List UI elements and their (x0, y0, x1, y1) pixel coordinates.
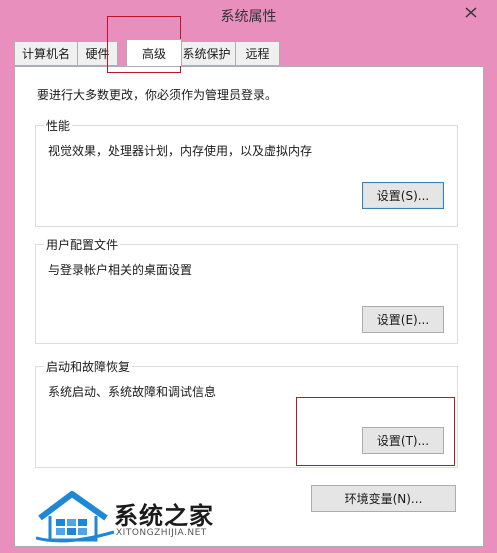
performance-group-title: 性能 (44, 117, 73, 134)
performance-settings-button[interactable]: 设置(S)... (362, 182, 444, 209)
tab-remote[interactable]: 远程 (235, 41, 280, 65)
admin-note: 要进行大多数更改，你必须作为管理员登录。 (37, 88, 278, 102)
system-properties-window: 系统属性 计算机名 硬件 高级 系统保护 远程 要进行大多数更改，你必须作为管理… (0, 0, 497, 553)
user-profiles-settings-label: 设置(E)... (376, 312, 430, 327)
environment-variables-label: 环境变量(N)... (344, 491, 423, 506)
window-title: 系统属性 (220, 9, 277, 25)
performance-description: 视觉效果，处理器计划，内存使用，以及虚拟内存 (48, 144, 313, 158)
tab-system-protection[interactable]: 系统保护 (177, 41, 236, 65)
user-profiles-group-title: 用户配置文件 (44, 236, 121, 253)
house-logo-icon (36, 491, 115, 543)
watermark-text: 系统之家 (114, 501, 214, 530)
startup-recovery-description: 系统启动、系统故障和调试信息 (48, 385, 217, 399)
highlight-box-startup-settings (296, 397, 455, 466)
advanced-tab-panel: 要进行大多数更改，你必须作为管理员登录。 性能 视觉效果，处理器计划，内存使用，… (14, 66, 484, 547)
performance-group: 性能 视觉效果，处理器计划，内存使用，以及虚拟内存 设置(S)... (35, 117, 458, 227)
watermark-url: XITONGZHIJIA.NET (116, 528, 207, 538)
close-icon (465, 6, 477, 18)
user-profiles-group: 用户配置文件 与登录帐户相关的桌面设置 设置(E)... (35, 236, 458, 344)
user-profiles-settings-button[interactable]: 设置(E)... (362, 306, 444, 333)
title-bar[interactable]: 系统属性 (0, 0, 497, 34)
user-profiles-description: 与登录帐户相关的桌面设置 (48, 263, 193, 277)
startup-recovery-group-title: 启动和故障恢复 (44, 358, 133, 375)
performance-settings-label: 设置(S)... (376, 188, 430, 203)
tab-advanced[interactable]: 高级 (126, 39, 182, 66)
watermark-logo: 系统之家 XITONGZHIJIA.NET (36, 486, 241, 548)
close-button[interactable] (455, 3, 487, 21)
environment-variables-button[interactable]: 环境变量(N)... (311, 485, 456, 512)
tab-computer-name[interactable]: 计算机名 (14, 41, 78, 65)
